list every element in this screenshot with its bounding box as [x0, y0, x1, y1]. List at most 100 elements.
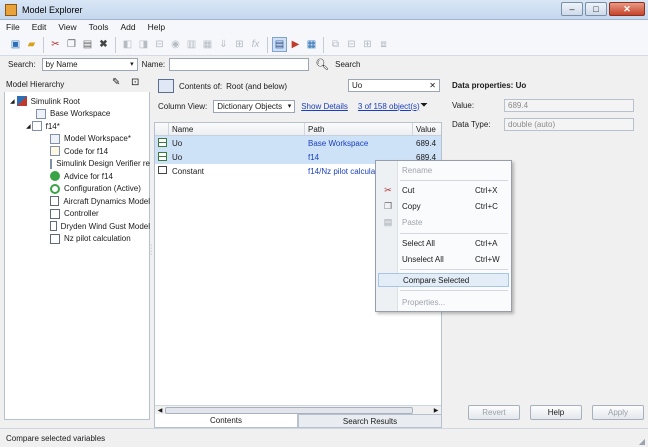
- apply-button[interactable]: Apply: [592, 405, 644, 420]
- add-variable-icon[interactable]: ⊞: [232, 37, 247, 52]
- tree-item-nz-pilot[interactable]: Nz pilot calculation: [4, 233, 150, 246]
- add-data-icon[interactable]: ▥: [184, 37, 199, 52]
- column-header-path[interactable]: Path: [305, 123, 413, 135]
- menu-item-unselect-all[interactable]: Unselect All Ctrl+W: [378, 252, 509, 266]
- search-icon[interactable]: 🔍︎: [315, 58, 329, 71]
- dialog-view-icon[interactable]: ▤: [272, 37, 287, 52]
- menu-item-compare-selected[interactable]: Compare Selected: [378, 273, 509, 287]
- layout-icon[interactable]: ▦: [304, 37, 319, 52]
- column-view-label: Column View:: [158, 101, 208, 111]
- column-view-combo[interactable]: Dictionary Objects ▾: [213, 99, 296, 113]
- menu-bar: File Edit View Tools Add Help: [0, 20, 648, 34]
- add-event-icon[interactable]: ⇓: [216, 37, 231, 52]
- menu-help[interactable]: Help: [142, 22, 171, 32]
- column-view-bar: Column View: Dictionary Objects ▾ Show D…: [154, 98, 442, 114]
- value-field[interactable]: 689.4: [504, 98, 634, 112]
- subsystem-icon: [50, 208, 60, 219]
- menu-file[interactable]: File: [0, 22, 26, 32]
- tree-item-label: Configuration (Active): [64, 184, 141, 194]
- paste-icon[interactable]: ▤: [80, 37, 95, 52]
- tree-item-label: Base Workspace: [50, 109, 111, 119]
- add-signal-icon[interactable]: ◨: [136, 37, 151, 52]
- collapse-triangle-icon[interactable]: ◢: [10, 98, 15, 105]
- function-icon[interactable]: fx: [248, 37, 263, 52]
- tree-item-base-workspace[interactable]: Base Workspace: [4, 108, 150, 121]
- minimize-button[interactable]: –: [561, 2, 583, 16]
- cell-path[interactable]: Base Workspace: [305, 139, 413, 148]
- tree-item-advice[interactable]: Advice for f14: [4, 170, 150, 183]
- add-config-icon[interactable]: ⊟: [152, 37, 167, 52]
- cell-value: 689.4: [416, 138, 437, 148]
- add-target-icon[interactable]: ◉: [168, 37, 183, 52]
- group-icon[interactable]: ⧉: [328, 37, 343, 52]
- copy-icon[interactable]: ❐: [64, 37, 79, 52]
- datatype-field[interactable]: double (auto): [504, 117, 634, 131]
- open-folder-icon[interactable]: ▰: [24, 37, 39, 52]
- toolbar-separator: [115, 36, 116, 53]
- menu-item-rename[interactable]: Rename: [378, 163, 509, 177]
- menu-item-select-all[interactable]: Select All Ctrl+A: [378, 236, 509, 250]
- contents-header: Contents of: Root (and below) Uo ✕: [154, 76, 442, 96]
- scroll-left-icon[interactable]: ◀: [155, 407, 165, 414]
- edit-icon[interactable]: ✎: [112, 77, 120, 88]
- menu-item-label: Paste: [402, 217, 423, 227]
- search-button[interactable]: Search: [335, 60, 360, 69]
- menu-add[interactable]: Add: [114, 22, 141, 32]
- tab-search-results[interactable]: Search Results: [298, 414, 442, 428]
- help-button[interactable]: Help: [530, 405, 582, 420]
- tree-item-dryden[interactable]: Dryden Wind Gust Model: [4, 220, 150, 233]
- revert-button[interactable]: Revert: [468, 405, 520, 420]
- tree-item-code[interactable]: Code for f14: [4, 145, 150, 158]
- tree-item-design-verifier[interactable]: Simulink Design Verifier re: [4, 158, 150, 171]
- menu-view[interactable]: View: [52, 22, 82, 32]
- tab-contents[interactable]: Contents: [154, 414, 298, 428]
- menu-edit[interactable]: Edit: [26, 22, 53, 32]
- subsystem-icon: [50, 196, 60, 207]
- menu-item-cut[interactable]: ✂ Cut Ctrl+X: [378, 183, 509, 197]
- toolbar-separator: [267, 36, 268, 53]
- delete-icon[interactable]: ✖: [96, 37, 111, 52]
- resize-grip-icon[interactable]: ◢: [639, 437, 645, 446]
- menu-item-label: Rename: [402, 165, 433, 175]
- column-header-name[interactable]: Name: [169, 123, 305, 135]
- ungroup-icon[interactable]: ⧈: [376, 37, 391, 52]
- scroll-right-icon[interactable]: ▶: [431, 407, 441, 414]
- tree-item-simulink-root[interactable]: ◢ Simulink Root: [4, 95, 150, 108]
- tree-item-label: Nz pilot calculation: [64, 234, 131, 244]
- filter-input[interactable]: Uo ✕: [348, 79, 440, 92]
- expand-icon[interactable]: ⊞: [360, 37, 375, 52]
- code-icon: [50, 146, 60, 157]
- new-model-icon[interactable]: ▣: [8, 37, 23, 52]
- close-button[interactable]: ✕: [609, 2, 645, 16]
- menu-tools[interactable]: Tools: [83, 22, 115, 32]
- workspace-icon: [36, 108, 46, 119]
- column-header-value[interactable]: Value: [413, 123, 441, 135]
- menu-item-properties[interactable]: Properties...: [378, 295, 509, 309]
- collapse-triangle-icon[interactable]: ◢: [26, 123, 31, 130]
- scrollbar-thumb[interactable]: [165, 407, 413, 414]
- object-count-link[interactable]: 3 of 158 object(s): [358, 102, 420, 111]
- show-details-link[interactable]: Show Details: [301, 102, 348, 111]
- tree-item-model-workspace[interactable]: Model Workspace*: [4, 133, 150, 146]
- cut-icon[interactable]: ✂: [48, 37, 63, 52]
- tree-item-f14[interactable]: ◢ f14*: [4, 120, 150, 133]
- table-row[interactable]: Uo Base Workspace 689.4: [155, 136, 441, 150]
- collapse-icon[interactable]: ⊟: [344, 37, 359, 52]
- search-input[interactable]: [169, 57, 310, 71]
- menu-item-paste[interactable]: ▤ Paste: [378, 215, 509, 229]
- search-by-combo[interactable]: by Name ▾: [41, 57, 138, 71]
- clear-filter-icon[interactable]: ✕: [429, 81, 436, 90]
- maximize-button[interactable]: □: [585, 2, 607, 16]
- filter-icon[interactable]: ⏷: [420, 100, 428, 111]
- tree-item-aircraft-dynamics[interactable]: Aircraft Dynamics Model: [4, 195, 150, 208]
- tree-item-label: Dryden Wind Gust Model: [60, 221, 150, 231]
- expand-panel-icon[interactable]: ⊡: [131, 77, 139, 88]
- simulink-icon[interactable]: ▶: [288, 37, 303, 52]
- menu-item-copy[interactable]: ❐ Copy Ctrl+C: [378, 199, 509, 213]
- add-block-icon[interactable]: ◧: [120, 37, 135, 52]
- tree-item-configuration[interactable]: Configuration (Active): [4, 183, 150, 196]
- tree-item-label: Model Workspace*: [64, 134, 131, 144]
- tree-item-controller[interactable]: Controller: [4, 208, 150, 221]
- add-parameter-icon[interactable]: ▦: [200, 37, 215, 52]
- contents-path: Root (and below): [226, 81, 288, 91]
